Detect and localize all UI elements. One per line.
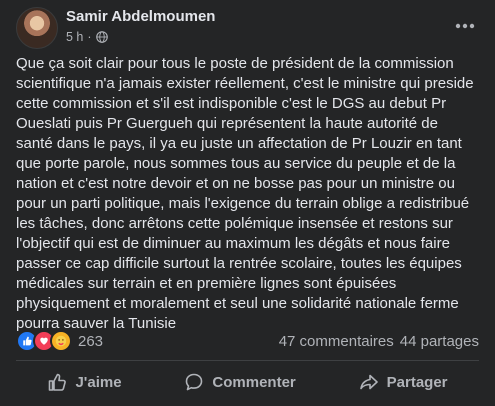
avatar[interactable] (16, 7, 58, 49)
reaction-count: 263 (78, 332, 104, 350)
comment-icon (186, 373, 203, 391)
post-body-text: Que ça soit clair pour tous le poste de … (16, 55, 474, 332)
comments-count[interactable]: 47 commentaires (279, 333, 394, 350)
meta-separator: · (87, 30, 92, 44)
divider (16, 360, 479, 361)
post-header: Samir Abdelmoumen 5 h · (16, 6, 479, 50)
like-label: J'aime (75, 373, 122, 391)
author-name[interactable]: Samir Abdelmoumen (66, 8, 215, 25)
like-button[interactable]: J'aime (31, 366, 137, 398)
shares-count[interactable]: 44 partages (400, 333, 479, 350)
thumbs-up-icon (49, 373, 67, 391)
post-stats: 263 47 commentaires 44 partages (16, 328, 479, 354)
post-actions: J'aime Commenter Partager (16, 363, 479, 401)
share-label: Partager (386, 373, 448, 391)
comment-label: Commenter (212, 373, 296, 391)
post-meta: 5 h · (66, 30, 108, 44)
post-time[interactable]: 5 h (66, 30, 83, 44)
care-reaction-icon (50, 330, 72, 352)
globe-icon (95, 31, 108, 43)
share-button[interactable]: Partager (343, 366, 464, 398)
more-options-icon[interactable] (451, 12, 479, 40)
reactions-summary[interactable]: 263 (16, 330, 103, 352)
comment-button[interactable]: Commenter (168, 366, 311, 398)
share-icon (359, 374, 378, 390)
engagement-counts: 47 commentaires 44 partages (279, 333, 479, 350)
